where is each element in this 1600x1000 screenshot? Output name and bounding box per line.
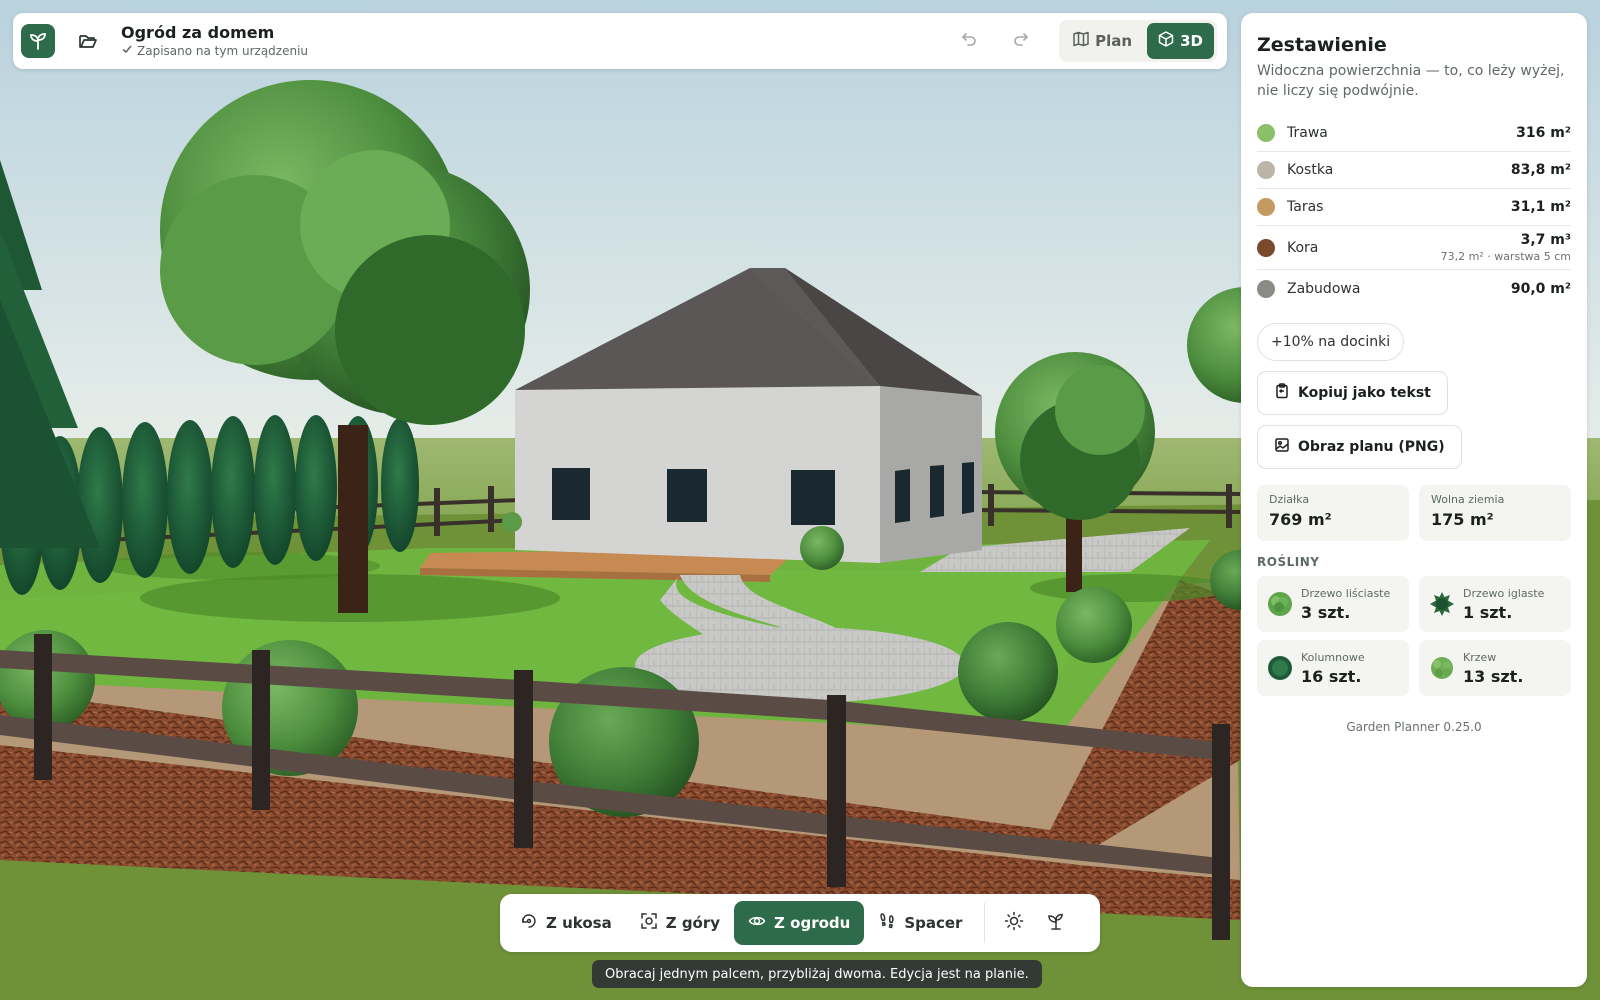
redo-button[interactable] (1001, 21, 1041, 61)
deciduous-tree-icon (1267, 591, 1293, 617)
sun-toggle-button[interactable] (993, 902, 1035, 944)
material-value: 83,8 m² (1510, 162, 1571, 178)
toolbar-divider (984, 903, 986, 943)
map-icon (1073, 31, 1089, 51)
plant-label: Krzew (1463, 650, 1497, 664)
material-color-swatch (1257, 124, 1275, 142)
plant-card-deciduous: Drzewo liściaste 3 szt. (1257, 576, 1409, 632)
clipboard-icon (1274, 383, 1290, 403)
app-version: Garden Planner 0.25.0 (1346, 720, 1482, 734)
material-name: Kora (1287, 239, 1319, 256)
redo-icon (1012, 30, 1030, 52)
panel-title: Zestawienie (1257, 34, 1387, 56)
material-name: Zabudowa (1287, 280, 1361, 297)
stat-card-free-soil: Wolna ziemia 175 m² (1419, 485, 1571, 541)
material-color-swatch (1257, 198, 1275, 216)
top-view-icon (640, 912, 658, 934)
export-png-label: Obraz planu (PNG) (1298, 439, 1445, 455)
material-color-swatch (1257, 161, 1275, 179)
stat-value: 769 m² (1269, 510, 1332, 529)
sun-icon (1004, 911, 1024, 935)
image-icon (1274, 437, 1290, 457)
shrub-icon (1429, 655, 1455, 681)
material-value: 3,7 m³ (1520, 232, 1571, 248)
plants-toggle-button[interactable] (1035, 902, 1077, 944)
top-bar: Ogród za domem Zapisano na tym urządzeni… (13, 13, 1227, 69)
plants-heading: ROŚLINY (1257, 555, 1320, 569)
material-name: Taras (1287, 199, 1324, 215)
material-color-swatch (1257, 279, 1275, 298)
material-value: 31,1 m² (1510, 199, 1571, 215)
plant-label: Drzewo iglaste (1463, 586, 1545, 600)
camera-garden-label: Z ogrodu (774, 914, 851, 932)
camera-walk-button[interactable]: Spacer (864, 901, 976, 945)
plant-label: Kolumnowe (1301, 650, 1365, 664)
export-png-button[interactable]: Obraz planu (PNG) (1257, 425, 1462, 469)
panel-subtitle: Widoczna powierzchnia — to, co leży wyże… (1257, 63, 1565, 99)
view-plan-label: Plan (1095, 32, 1133, 50)
plant-label: Drzewo liściaste (1301, 586, 1391, 600)
view-3d-button[interactable]: 3D (1147, 23, 1214, 59)
material-color-swatch (1257, 238, 1275, 257)
eye-icon (748, 912, 766, 934)
stat-label: Wolna ziemia (1431, 493, 1505, 506)
camera-oblique-button[interactable]: Z ukosa (506, 901, 626, 945)
material-row-trawa: Trawa 316 m² (1257, 115, 1571, 152)
camera-toolbar: Z ukosa Z góry Z ogrodu Spacer (500, 894, 1100, 952)
undo-button[interactable] (949, 21, 989, 61)
plant-count: 3 szt. (1301, 602, 1351, 622)
camera-top-button[interactable]: Z góry (626, 901, 734, 945)
material-row-taras: Taras 31,1 m² (1257, 189, 1571, 226)
materials-list: Trawa 316 m² Kostka 83,8 m² Taras 31,1 m… (1257, 115, 1571, 307)
camera-garden-button[interactable]: Z ogrodu (734, 901, 865, 945)
plant-toggle-icon (1046, 911, 1066, 935)
plant-card-columnar: Kolumnowe 16 szt. (1257, 640, 1409, 696)
plant-count: 13 szt. (1463, 666, 1524, 686)
material-name: Kostka (1287, 162, 1334, 178)
plants-grid: Drzewo liściaste 3 szt. Drzewo iglaste 1… (1257, 576, 1571, 696)
plant-count: 16 szt. (1301, 666, 1362, 686)
conifer-tree-icon (1429, 591, 1455, 617)
copy-as-text-label: Kopiuj jako tekst (1298, 385, 1431, 401)
view-mode-toggle: Plan 3D (1059, 20, 1217, 62)
sprout-icon[interactable] (21, 24, 55, 58)
stat-value: 175 m² (1431, 510, 1494, 529)
stat-label: Działka (1269, 493, 1310, 506)
folder-open-icon[interactable] (71, 24, 105, 58)
camera-top-label: Z góry (665, 914, 721, 932)
view-3d-label: 3D (1180, 32, 1203, 50)
orbit-icon (520, 912, 538, 934)
interaction-hint: Obracaj jednym palcem, przybliżaj dwoma.… (592, 960, 1042, 988)
stat-card-plot-area: Działka 769 m² (1257, 485, 1409, 541)
material-value: 316 m² (1516, 125, 1571, 141)
material-row-zabudowa: Zabudowa 90,0 m² (1257, 270, 1571, 307)
plant-count: 1 szt. (1463, 602, 1513, 622)
material-detail: 73,2 m² · warstwa 5 cm (1440, 250, 1571, 263)
waste-allowance-toggle[interactable]: +10% na docinki (1257, 323, 1405, 361)
plant-card-shrub: Krzew 13 szt. (1419, 640, 1571, 696)
material-row-kora: Kora 3,7 m³ 73,2 m² · warstwa 5 cm (1257, 226, 1571, 270)
view-plan-button[interactable]: Plan (1062, 23, 1143, 59)
cube-icon (1158, 31, 1174, 51)
project-title[interactable]: Ogród za domem (121, 23, 308, 43)
footprints-icon (878, 912, 896, 934)
camera-walk-label: Spacer (904, 914, 963, 932)
save-status-text: Zapisano na tym urządzeniu (137, 44, 309, 58)
columnar-plant-icon (1267, 655, 1293, 681)
copy-as-text-button[interactable]: Kopiuj jako tekst (1257, 371, 1448, 415)
material-row-kostka: Kostka 83,8 m² (1257, 152, 1571, 189)
check-icon (121, 43, 133, 59)
material-value: 90,0 m² (1510, 280, 1571, 297)
plot-stats: Działka 769 m² Wolna ziemia 175 m² (1257, 485, 1571, 541)
summary-panel: Zestawienie Widoczna powierzchnia — to, … (1241, 13, 1587, 987)
save-status: Zapisano na tym urządzeniu (121, 43, 308, 59)
camera-oblique-label: Z ukosa (546, 914, 612, 932)
material-name: Trawa (1287, 125, 1328, 141)
undo-icon (960, 30, 978, 52)
plant-card-conifer: Drzewo iglaste 1 szt. (1419, 576, 1571, 632)
